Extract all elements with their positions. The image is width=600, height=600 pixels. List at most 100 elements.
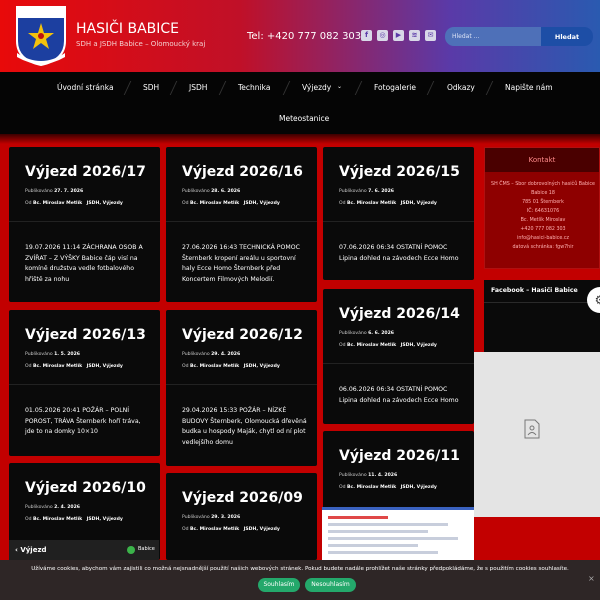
nav-item-sdh[interactable]: SDH bbox=[143, 83, 159, 92]
facebook-section: Facebook – Hasiči Babice bbox=[484, 280, 600, 352]
post-author: Od Bc. Miroslav Metlík JSDH, Výjezdy bbox=[182, 201, 280, 206]
chevron-down-icon[interactable]: ⌄ bbox=[337, 83, 342, 90]
nav-separator bbox=[485, 81, 494, 95]
nav-separator bbox=[282, 81, 291, 95]
nav-item-uvod[interactable]: Úvodní stránka bbox=[57, 83, 114, 92]
post-excerpt: 07.06.2026 06:34 OSTATNÍ POMOC Lipina do… bbox=[339, 244, 459, 262]
post-title[interactable]: Výjezd 2026/14 bbox=[339, 306, 460, 322]
search-input[interactable] bbox=[445, 27, 541, 46]
post-card[interactable]: Výjezd 2026/15 Publikováno 7. 6. 2026 Od… bbox=[323, 147, 474, 280]
facebook-title: Facebook – Hasiči Babice bbox=[491, 287, 578, 294]
facebook-icon[interactable]: f bbox=[361, 30, 372, 41]
cookie-bar: Užíváme cookies, abychom vám zajistili c… bbox=[0, 560, 600, 600]
kontakt-line: IČ: 64631076 bbox=[526, 209, 560, 214]
post-card[interactable]: Výjezd 2026/16 Publikováno 28. 6. 2026 O… bbox=[166, 147, 317, 302]
post-date: Publikováno 29. 4. 2026 bbox=[182, 352, 241, 357]
thumbnail-line bbox=[328, 530, 428, 533]
hasici-logo[interactable] bbox=[15, 5, 67, 67]
post-author: Od Bc. Miroslav Metlík JSDH, Výjezdy bbox=[339, 201, 437, 206]
post-title[interactable]: Výjezd 2026/11 bbox=[339, 448, 460, 464]
divider bbox=[166, 384, 317, 385]
post-title[interactable]: Výjezd 2026/12 bbox=[182, 327, 303, 343]
cookie-accept-button[interactable]: Souhlasím bbox=[258, 578, 300, 592]
site-title[interactable]: HASIČI BABICE bbox=[76, 21, 179, 37]
post-date: Publikováno 29. 3. 2026 bbox=[182, 515, 241, 520]
post-card[interactable]: Výjezd 2026/13 Publikováno 1. 5. 2026 Od… bbox=[9, 310, 160, 456]
post-author: Od Bc. Miroslav Metlík JSDH, Výjezdy bbox=[182, 364, 280, 369]
post-author: Od Bc. Miroslav Metlík JSDH, Výjezdy bbox=[25, 201, 123, 206]
nav-item-jsdh[interactable]: JSDH bbox=[189, 83, 207, 92]
nav-separator bbox=[123, 81, 132, 95]
post-excerpt: 19.07.2026 11:14 ZÁCHRANA OSOB A ZVÍŘAT … bbox=[25, 244, 143, 283]
post-title[interactable]: Výjezd 2026/09 bbox=[182, 490, 303, 506]
post-excerpt: 01.05.2026 20:41 POŽÁR – POLNÍ POROST, T… bbox=[25, 407, 141, 435]
thumbnail-line bbox=[328, 544, 418, 547]
nav-separator bbox=[354, 81, 363, 95]
post-excerpt: 27.06.2026 16:43 TECHNICKÁ POMOC Šternbe… bbox=[182, 244, 300, 283]
kontakt-email[interactable]: info@hasici-babice.cz bbox=[489, 234, 597, 243]
post-author: Od Bc. Miroslav Metlík JSDH, Výjezdy bbox=[182, 527, 280, 532]
kontakt-line: Bc. Metlík Miroslav bbox=[520, 218, 566, 223]
youtube-icon[interactable]: ▶ bbox=[393, 30, 404, 41]
site-subtitle: SDH a JSDH Babice – Olomoucký kraj bbox=[76, 40, 206, 48]
post-date: Publikováno 2. 4. 2026 bbox=[25, 505, 80, 510]
kontakt-line: SH ČMS – Sbor dobrovolných hasičů Babice bbox=[491, 182, 595, 187]
post-date: Publikováno 1. 5. 2026 bbox=[25, 352, 80, 357]
email-icon[interactable]: ✉ bbox=[425, 30, 436, 41]
kontakt-phone[interactable]: +420 777 082 303 bbox=[489, 225, 597, 234]
widget-back[interactable]: ‹ Výjezd bbox=[15, 546, 47, 554]
online-dot-icon bbox=[127, 546, 135, 554]
post-card[interactable]: Výjezd 2026/14 Publikováno 6. 6. 2026 Od… bbox=[323, 289, 474, 424]
nav-item-vyjezdy[interactable]: Výjezdy bbox=[302, 83, 331, 92]
post-title[interactable]: Výjezd 2026/15 bbox=[339, 164, 460, 180]
post-title[interactable]: Výjezd 2026/10 bbox=[25, 480, 146, 496]
thumbnail-line bbox=[328, 537, 458, 540]
divider bbox=[9, 384, 160, 385]
post-author: Od Bc. Miroslav Metlík JSDH, Výjezdy bbox=[25, 517, 123, 522]
post-title[interactable]: Výjezd 2026/13 bbox=[25, 327, 146, 343]
post-date: Publikováno 28. 6. 2026 bbox=[182, 189, 241, 194]
nav-item-meteostanice[interactable]: Meteostanice bbox=[279, 114, 329, 123]
facebook-widget-bar[interactable]: ‹ Výjezd Babice bbox=[9, 540, 159, 560]
kontakt-line: Babice 18 bbox=[531, 191, 555, 196]
nav-item-fotogalerie[interactable]: Fotogalerie bbox=[374, 83, 416, 92]
divider bbox=[166, 221, 317, 222]
divider bbox=[323, 221, 474, 222]
divider bbox=[484, 302, 600, 303]
thumbnail-line bbox=[328, 551, 438, 554]
post-title[interactable]: Výjezd 2026/16 bbox=[182, 164, 303, 180]
nav-item-odkazy[interactable]: Odkazy bbox=[447, 83, 475, 92]
nav-item-napiste-nam[interactable]: Napište nám bbox=[505, 83, 553, 92]
rss-icon[interactable]: ≋ bbox=[409, 30, 420, 41]
phone-number[interactable]: Tel: +420 777 082 303 bbox=[247, 31, 361, 42]
post-title[interactable]: Výjezd 2026/17 bbox=[25, 164, 146, 180]
site-header: HASIČI BABICE SDH a JSDH Babice – Olomou… bbox=[0, 0, 600, 72]
nav-separator bbox=[218, 81, 227, 95]
widget-page-label: Babice bbox=[138, 546, 155, 552]
post-date: Publikováno 11. 4. 2026 bbox=[339, 473, 398, 478]
nav-separator bbox=[426, 81, 435, 95]
kontakt-line: 785 01 Šternberk bbox=[522, 200, 564, 205]
divider bbox=[9, 221, 160, 222]
thumbnail-line bbox=[328, 523, 448, 526]
cookie-decline-button[interactable]: Nesouhlasím bbox=[305, 578, 356, 592]
search-button[interactable]: Hledat bbox=[541, 27, 593, 46]
social-links: f ◎ ▶ ≋ ✉ bbox=[361, 30, 436, 41]
post-excerpt: 29.04.2026 15:33 POŽÁR – NÍZKÉ BUDOVY Št… bbox=[182, 407, 307, 446]
document-placeholder-icon bbox=[524, 419, 540, 439]
divider bbox=[323, 363, 474, 364]
post-author: Od Bc. Miroslav Metlík JSDH, Výjezdy bbox=[25, 364, 123, 369]
main-navigation: Úvodní stránka SDH JSDH Technika Výjezdy… bbox=[0, 72, 600, 134]
post-card[interactable]: Výjezd 2026/17 Publikováno 27. 7. 2026 O… bbox=[9, 147, 160, 302]
nav-separator bbox=[169, 81, 178, 95]
post-card[interactable]: Výjezd 2026/09 Publikováno 29. 3. 2026 O… bbox=[166, 473, 317, 560]
post-date: Publikováno 6. 6. 2026 bbox=[339, 331, 394, 336]
kontakt-line: datová schránka: fgw7hir bbox=[512, 245, 574, 250]
instagram-icon[interactable]: ◎ bbox=[377, 30, 388, 41]
sidebar-kontakt: Kontakt SH ČMS – Sbor dobrovolných hasič… bbox=[484, 147, 600, 269]
nav-item-technika[interactable]: Technika bbox=[238, 83, 270, 92]
post-thumbnail[interactable] bbox=[322, 507, 474, 560]
kontakt-title: Kontakt bbox=[485, 148, 599, 172]
post-card[interactable]: Výjezd 2026/12 Publikováno 29. 4. 2026 O… bbox=[166, 310, 317, 466]
close-icon[interactable]: × bbox=[588, 574, 595, 583]
